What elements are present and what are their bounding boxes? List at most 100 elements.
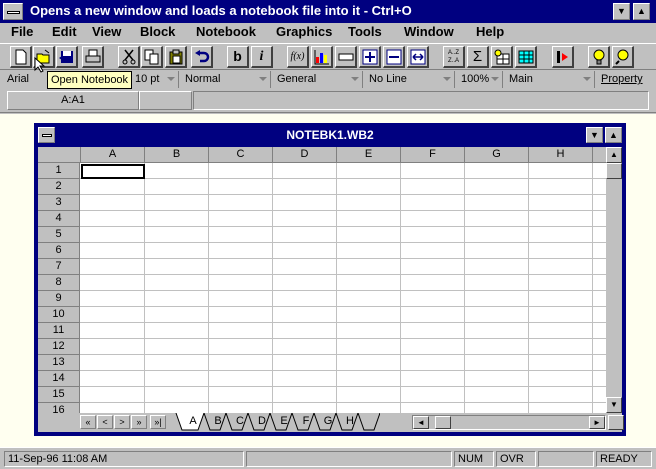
grid-line (80, 178, 606, 179)
print-button[interactable] (82, 46, 104, 68)
style-dropdown[interactable]: Normal (181, 71, 271, 88)
menu-help[interactable]: Help (476, 24, 504, 39)
menu-window[interactable]: Window (404, 24, 454, 39)
row-header-14[interactable]: 14 (38, 371, 80, 387)
menu-block[interactable]: Block (140, 24, 175, 39)
sheet-tab-a[interactable]: A (182, 413, 204, 431)
column-header-e[interactable]: E (337, 147, 401, 163)
menu-file[interactable]: File (11, 24, 33, 39)
menu-tools[interactable]: Tools (348, 24, 382, 39)
page-dropdown[interactable]: Main (505, 71, 595, 88)
horizontal-scroll-thumb[interactable] (435, 416, 451, 429)
next-sheet-button[interactable]: > (114, 415, 130, 429)
sheet-tab-h[interactable]: H (342, 413, 358, 431)
row-header-4[interactable]: 4 (38, 211, 80, 227)
end-sheet-button[interactable]: »| (150, 415, 166, 429)
vertical-scrollbar[interactable]: ▲ ▼ (606, 147, 622, 413)
column-header-a[interactable]: A (81, 147, 145, 163)
chevron-down-icon (259, 77, 267, 81)
row-header-9[interactable]: 9 (38, 291, 80, 307)
scroll-down-button[interactable]: ▼ (606, 397, 622, 413)
row-header-16[interactable]: 16 (38, 403, 80, 413)
function-button[interactable]: f(x) (287, 46, 309, 68)
scroll-left-button[interactable]: ◄ (413, 416, 429, 429)
scroll-thumb[interactable] (606, 163, 622, 179)
sheet-tab-b[interactable]: B (210, 413, 226, 431)
row-header-12[interactable]: 12 (38, 339, 80, 355)
first-sheet-button[interactable]: « (80, 415, 96, 429)
minimize-button[interactable]: ▼ (613, 3, 630, 20)
row-header-8[interactable]: 8 (38, 275, 80, 291)
row-header-1[interactable]: 1 (38, 163, 80, 179)
font-size-dropdown[interactable]: 10 pt (131, 71, 179, 88)
new-file-icon (15, 49, 26, 65)
delete-row-button[interactable] (383, 46, 405, 68)
data-modeling-button[interactable] (491, 46, 513, 68)
sort-button[interactable]: A..Z Z..A (443, 46, 465, 68)
row-header-2[interactable]: 2 (38, 179, 80, 195)
row-header-15[interactable]: 15 (38, 387, 80, 403)
undo-button[interactable] (191, 46, 213, 68)
chart-button[interactable] (311, 46, 333, 68)
system-menu-button[interactable] (3, 3, 23, 20)
column-header-d[interactable]: D (273, 147, 337, 163)
sheet-tab-f[interactable]: F (298, 413, 314, 431)
sheet-tab-e[interactable]: E (276, 413, 292, 431)
new-notebook-button[interactable] (10, 46, 32, 68)
row-header-10[interactable]: 10 (38, 307, 80, 323)
notebook-maximize-button[interactable]: ▲ (605, 127, 622, 143)
notebook-minimize-button[interactable]: ▼ (586, 127, 603, 143)
column-header-f[interactable]: F (401, 147, 465, 163)
zoom-dropdown[interactable]: 100% (457, 71, 503, 88)
table-button[interactable] (515, 46, 537, 68)
fit-width-icon (410, 49, 425, 65)
scroll-right-button[interactable]: ► (589, 416, 605, 429)
sheet-tab-c[interactable]: C (232, 413, 248, 431)
format-dropdown[interactable]: General (273, 71, 363, 88)
insert-row-button[interactable] (359, 46, 381, 68)
coach-button[interactable] (588, 46, 610, 68)
insert-block-button[interactable] (335, 46, 357, 68)
cut-button[interactable] (118, 46, 140, 68)
italic-button[interactable]: i (251, 46, 273, 68)
toolbar: b i f(x) A..Z Z..A Σ (0, 43, 656, 70)
scroll-up-button[interactable]: ▲ (606, 147, 622, 163)
menu-view[interactable]: View (92, 24, 121, 39)
horizontal-scrollbar[interactable]: ◄ ► (412, 415, 606, 430)
cell-reference[interactable]: A:A1 (7, 91, 139, 110)
row-header-6[interactable]: 6 (38, 243, 80, 259)
column-header-b[interactable]: B (145, 147, 209, 163)
row-header-3[interactable]: 3 (38, 195, 80, 211)
bold-button[interactable]: b (227, 46, 249, 68)
save-notebook-button[interactable] (56, 46, 78, 68)
help-button[interactable] (612, 46, 634, 68)
select-all-corner[interactable] (38, 147, 81, 163)
column-header-g[interactable]: G (465, 147, 529, 163)
copy-button[interactable] (141, 46, 163, 68)
row-header-7[interactable]: 7 (38, 259, 80, 275)
resize-grip[interactable] (608, 415, 624, 430)
column-header-c[interactable]: C (209, 147, 273, 163)
paste-button[interactable] (165, 46, 187, 68)
input-line: A:A1 (0, 89, 656, 113)
maximize-button[interactable]: ▲ (633, 3, 650, 20)
spreadsheet-grid[interactable]: A B C D E F G H 1 2 3 4 5 6 7 8 9 10 11 … (38, 147, 606, 413)
row-header-11[interactable]: 11 (38, 323, 80, 339)
sheet-tab-g[interactable]: G (320, 413, 336, 431)
sheet-tab-d[interactable]: D (254, 413, 270, 431)
row-header-13[interactable]: 13 (38, 355, 80, 371)
menu-notebook[interactable]: Notebook (196, 24, 256, 39)
last-sheet-button[interactable]: » (131, 415, 147, 429)
prev-sheet-button[interactable]: < (97, 415, 113, 429)
cell-input-field[interactable] (193, 91, 649, 110)
property-button[interactable]: Property (597, 71, 653, 88)
fit-column-button[interactable] (407, 46, 429, 68)
sum-button[interactable]: Σ (467, 46, 489, 68)
column-header-h[interactable]: H (529, 147, 593, 163)
experts-button[interactable] (552, 46, 574, 68)
row-header-5[interactable]: 5 (38, 227, 80, 243)
line-dropdown[interactable]: No Line (365, 71, 455, 88)
menu-graphics[interactable]: Graphics (276, 24, 332, 39)
active-cell-a1[interactable] (81, 164, 145, 179)
menu-edit[interactable]: Edit (52, 24, 77, 39)
